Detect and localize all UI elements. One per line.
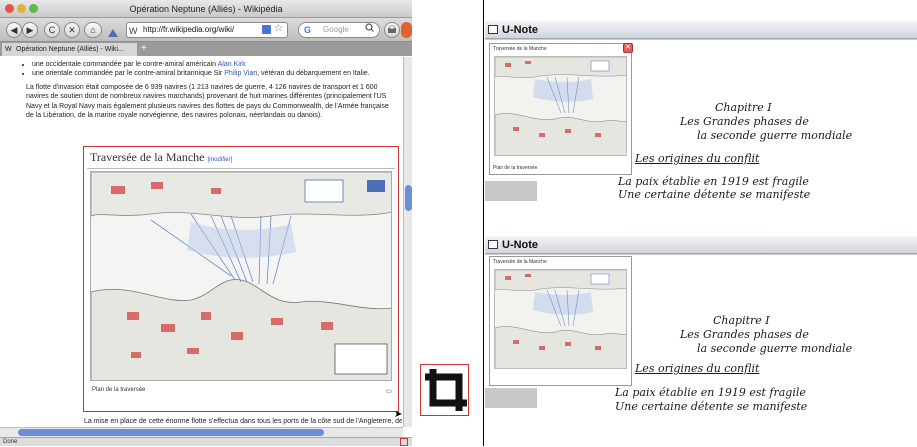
status-text: Done bbox=[3, 439, 18, 445]
bullet1-text: une occidentale commandée par le contre-… bbox=[32, 61, 218, 68]
status-bar: Done bbox=[0, 437, 412, 446]
url-field[interactable]: W http://fr.wikipedia.org/wiki/ ☆ bbox=[126, 22, 288, 38]
crossing-map-image[interactable] bbox=[90, 171, 392, 381]
title-rule bbox=[485, 39, 917, 40]
fleet-paragraph: La flotte d'invasion était composée de 6… bbox=[26, 83, 389, 120]
alan-kirk-link[interactable]: Alan Kirk bbox=[218, 61, 246, 68]
window-title: Opération Neptune (Alliés) - Wikipédia bbox=[129, 4, 283, 14]
url-text: http://fr.wikipedia.org/wiki/ bbox=[143, 25, 235, 34]
close-icon[interactable]: ✕ bbox=[623, 43, 633, 53]
commanders-list: une occidentale commandée par le contre-… bbox=[0, 57, 402, 79]
browser-window: Opération Neptune (Alliés) - Wikipédia ◀… bbox=[0, 0, 412, 446]
wikipedia-favicon-icon: W bbox=[129, 26, 138, 36]
home-button[interactable]: ⌂ bbox=[84, 22, 102, 38]
tab-favicon-icon: W bbox=[5, 46, 12, 53]
bullet2-text: une orientale commandée par le contre-am… bbox=[32, 70, 225, 78]
stop-button[interactable]: ✕ bbox=[64, 22, 80, 38]
note-line-5: La paix établie en 1919 est fragile bbox=[618, 175, 809, 188]
bookmark-icon[interactable] bbox=[262, 25, 271, 34]
vertical-scroll-thumb[interactable] bbox=[405, 185, 412, 211]
title-rule bbox=[485, 254, 917, 255]
bookmark-star-icon[interactable]: ☆ bbox=[274, 23, 283, 36]
unote-window-bottom: U-Note Traversée de la Manche Chapitre I… bbox=[485, 236, 917, 446]
search-placeholder: Google bbox=[323, 25, 349, 34]
footer-paragraph: La mise en place de cette énorme flotte … bbox=[84, 418, 402, 425]
lower-band bbox=[485, 388, 537, 408]
captured-map-image bbox=[494, 269, 627, 369]
horizontal-scrollbar[interactable] bbox=[0, 427, 403, 437]
zoom-window-button[interactable] bbox=[29, 4, 38, 13]
google-icon: G bbox=[304, 25, 312, 35]
feeds-icon[interactable] bbox=[107, 25, 119, 37]
map-caption: Plan de la traversée bbox=[92, 387, 146, 393]
new-tab-button[interactable]: + bbox=[141, 42, 147, 55]
search-input[interactable]: G Google bbox=[298, 22, 380, 38]
window-icon bbox=[488, 25, 498, 34]
note-line-6: Une certaine détente se manifeste bbox=[615, 400, 808, 413]
browser-titlebar: Opération Neptune (Alliés) - Wikipédia bbox=[0, 0, 412, 18]
section-highlight-box: Traversée de la Manche [modifier] Plan d… bbox=[83, 146, 399, 412]
unote-title: U-Note bbox=[502, 239, 539, 251]
unote-titlebar: U-Note bbox=[485, 236, 917, 254]
note-line-2: Les Grandes phases de bbox=[680, 115, 809, 128]
captured-title: Traversée de la Manche bbox=[493, 259, 547, 265]
mouse-cursor-icon: ➤ bbox=[394, 409, 402, 420]
unote-titlebar: U-Note bbox=[485, 21, 917, 39]
horizontal-scroll-thumb[interactable] bbox=[18, 429, 324, 436]
section-edit-link[interactable]: [modifier] bbox=[208, 157, 233, 163]
list-item: une occidentale commandée par le contre-… bbox=[32, 60, 392, 69]
enlarge-icon[interactable]: ▭ bbox=[385, 387, 392, 395]
crop-icon[interactable] bbox=[420, 364, 469, 416]
note-line-4: Les origines du conflit bbox=[635, 152, 760, 165]
divider bbox=[483, 0, 484, 446]
note-line-1: Chapitre I bbox=[713, 314, 770, 327]
lower-band bbox=[485, 181, 537, 201]
philip-vian-link[interactable]: Philip Vian bbox=[224, 70, 257, 77]
tab-label: Opération Neptune (Alliés) - Wiki... bbox=[16, 46, 124, 53]
forward-button[interactable]: ▶ bbox=[22, 22, 38, 38]
note-line-6: Une certaine détente se manifeste bbox=[618, 188, 811, 201]
captured-title: Traversée de la Manche bbox=[493, 46, 547, 52]
print-button[interactable] bbox=[384, 22, 400, 38]
crop-toggle-icon[interactable] bbox=[400, 438, 408, 446]
page-content: une occidentale commandée par le contre-… bbox=[0, 57, 402, 427]
unote-title: U-Note bbox=[502, 24, 539, 36]
reload-button[interactable]: C bbox=[44, 22, 60, 38]
captured-map-window[interactable]: Traversée de la Manche bbox=[489, 256, 632, 386]
browser-toolbar: ◀ ▶ C ✕ ⌂ W http://fr.wikipedia.org/wiki… bbox=[0, 18, 412, 42]
firefox-icon[interactable] bbox=[401, 22, 412, 38]
back-button[interactable]: ◀ bbox=[6, 22, 22, 38]
note-line-3: la seconde guerre mondiale bbox=[697, 129, 853, 142]
note-line-4: Les origines du conflit bbox=[635, 362, 760, 375]
window-icon bbox=[488, 240, 498, 249]
captured-caption: Plan de la traversée bbox=[493, 165, 538, 171]
captured-map-image bbox=[494, 56, 627, 156]
section-heading: Traversée de la Manche [modifier] bbox=[87, 147, 395, 169]
close-window-button[interactable] bbox=[5, 4, 14, 13]
search-icon[interactable] bbox=[365, 23, 374, 37]
list-item: une orientale commandée par le contre-am… bbox=[32, 69, 392, 78]
note-line-2: Les Grandes phases de bbox=[680, 328, 809, 341]
tab-bar: W Opération Neptune (Alliés) - Wiki... + bbox=[0, 42, 412, 56]
note-line-3: la seconde guerre mondiale bbox=[697, 342, 853, 355]
bullet2-post-text: , vétéran du débarquement en Italie. bbox=[257, 70, 370, 78]
section-title: Traversée de la Manche bbox=[90, 150, 205, 164]
note-line-1: Chapitre I bbox=[715, 101, 772, 114]
captured-map-window[interactable]: Traversée de la Manche Plan de la traver… bbox=[489, 43, 632, 175]
tab-operation-neptune[interactable]: W Opération Neptune (Alliés) - Wiki... bbox=[2, 43, 137, 56]
unote-window-top: U-Note Traversée de la Manche Plan de la… bbox=[485, 21, 917, 221]
minimize-window-button[interactable] bbox=[17, 4, 26, 13]
vertical-scrollbar[interactable] bbox=[403, 57, 412, 427]
note-line-5: La paix établie en 1919 est fragile bbox=[615, 386, 806, 399]
